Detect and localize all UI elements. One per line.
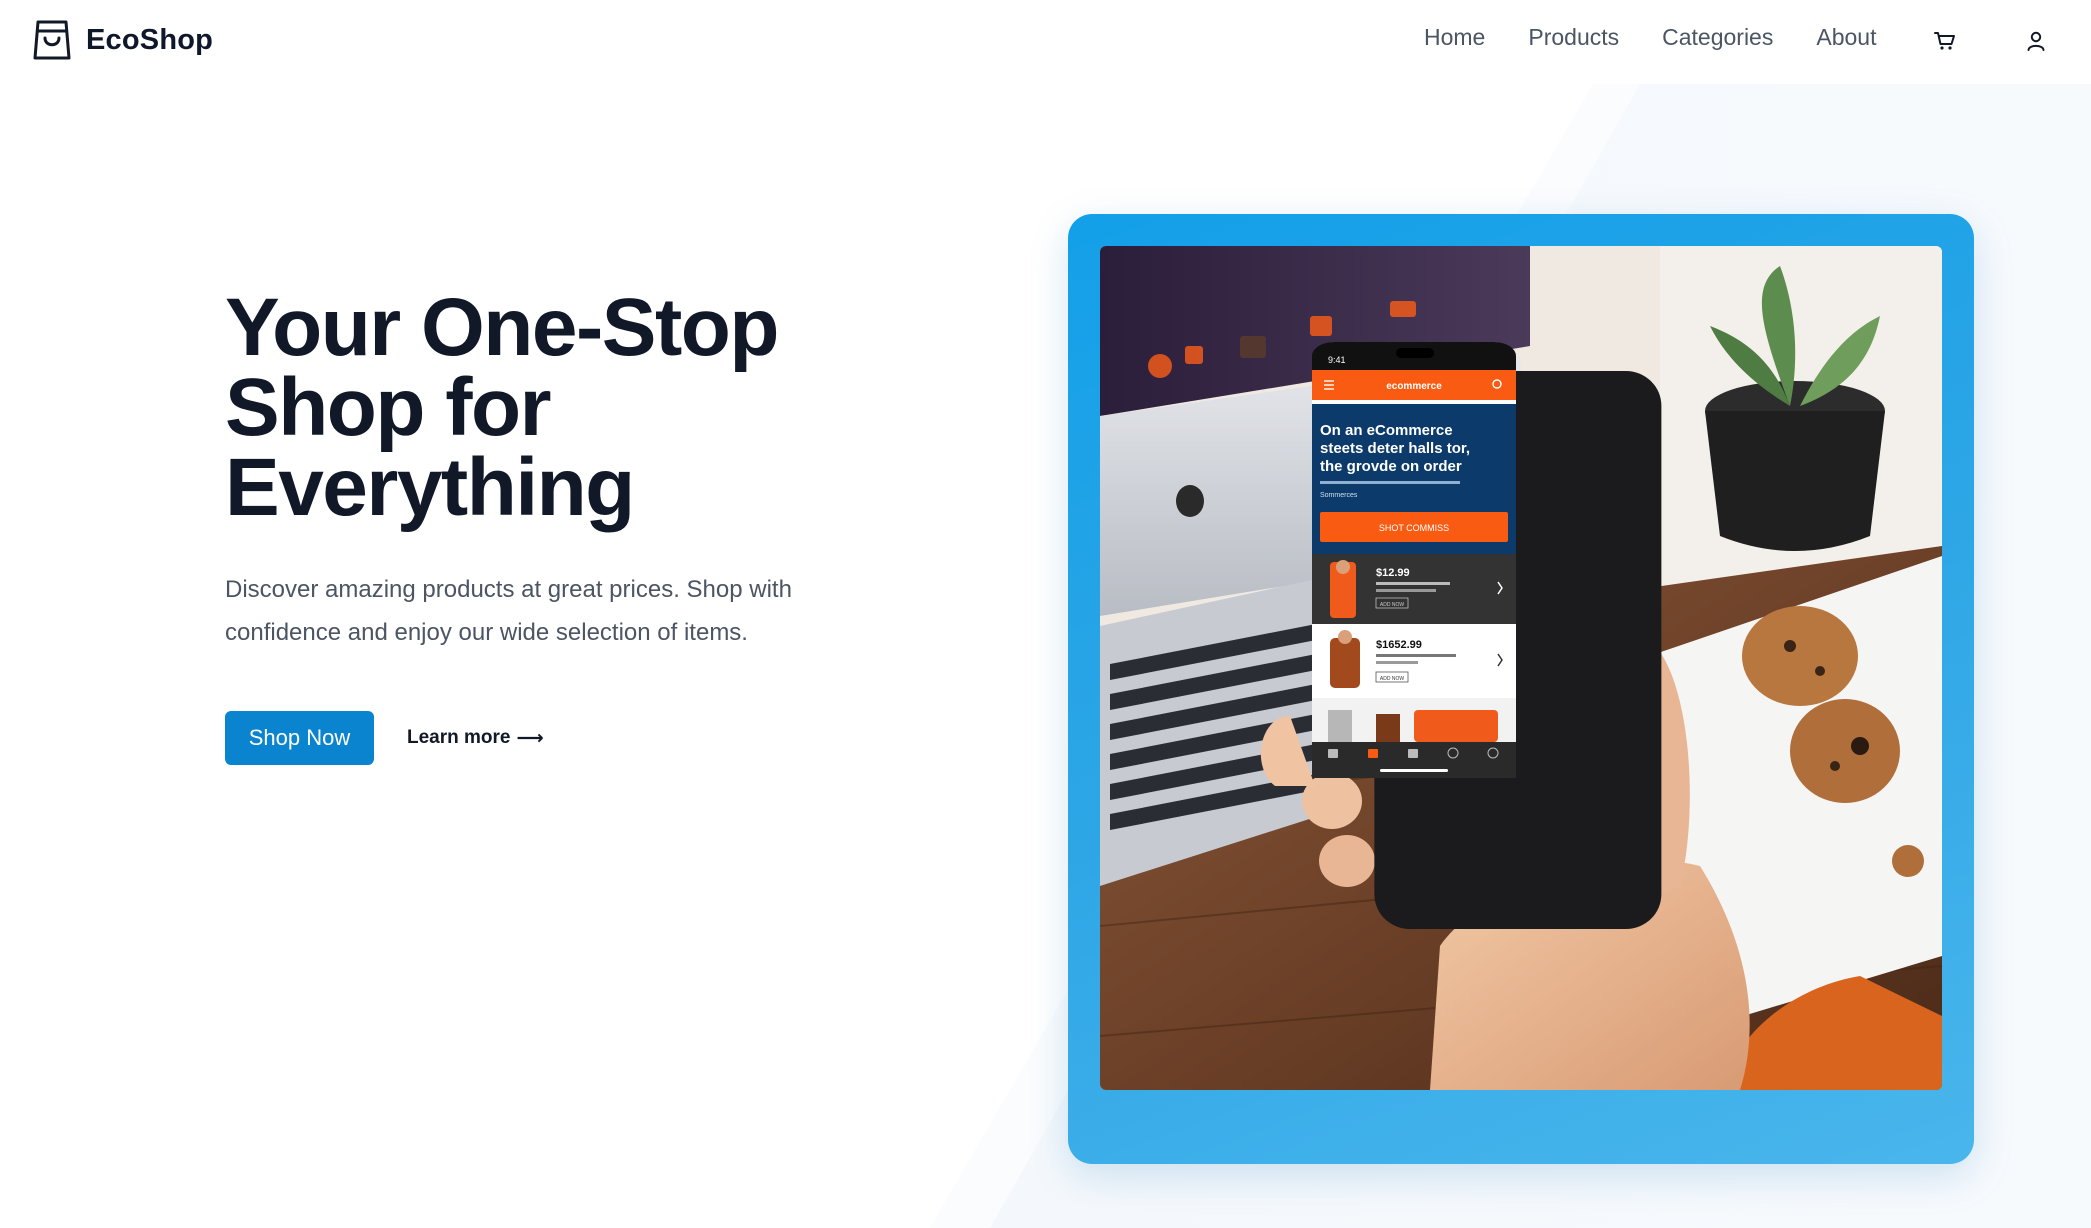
phone-item-button: ADD NOW (1380, 602, 1404, 608)
hero-title-line: Shop for (225, 362, 552, 453)
arrow-right-icon: ⟶ (516, 727, 544, 749)
hero-title-line: Your One-Stop (225, 282, 779, 373)
hero-section: Your One-Stop Shop for Everything Discov… (225, 282, 925, 765)
phone-item-price: $1652.99 (1376, 639, 1422, 651)
shop-now-button[interactable]: Shop Now (225, 711, 374, 765)
hero-image: 9:41 ecommerce On an eCommerce steets de… (1100, 246, 1942, 1090)
cart-button[interactable] (1930, 26, 1960, 56)
nav-link-about[interactable]: About (1816, 24, 1876, 51)
phone-item-button: ADD NOW (1380, 676, 1404, 682)
phone-item-price: $12.99 (1376, 567, 1410, 579)
account-button[interactable] (2021, 26, 2051, 56)
hero-image-card: 9:41 ecommerce On an eCommerce steets de… (1068, 214, 1974, 1164)
learn-more-link[interactable]: Learn more ⟶ (407, 727, 544, 750)
hero-title: Your One-Stop Shop for Everything (225, 282, 925, 533)
phone-status-time: 9:41 (1328, 355, 1346, 365)
hero-actions: Shop Now Learn more ⟶ (225, 711, 925, 765)
main-nav: Home Products Categories About (1424, 24, 1876, 51)
shopping-bag-icon (33, 20, 71, 60)
brand-logo[interactable]: EcoShop (32, 19, 213, 61)
nav-link-products[interactable]: Products (1528, 24, 1619, 51)
phone-shopping-photo: 9:41 ecommerce On an eCommerce steets de… (1100, 246, 1942, 1090)
learn-more-label: Learn more (407, 727, 511, 748)
phone-banner-sub: Sommerces (1320, 492, 1358, 499)
hero-title-line: Everything (225, 442, 635, 533)
user-icon (2027, 31, 2045, 51)
phone-app-name: ecommerce (1386, 381, 1442, 392)
nav-link-categories[interactable]: Categories (1662, 24, 1773, 51)
phone-banner-line: steets deter halls tor, (1320, 440, 1470, 457)
phone-banner-line: On an eCommerce (1320, 422, 1453, 439)
hero-description: Discover amazing products at great price… (225, 576, 792, 646)
brand-name: EcoShop (86, 23, 214, 56)
nav-link-home[interactable]: Home (1424, 24, 1485, 51)
phone-banner-button-label: SHOT COMMISS (1379, 523, 1449, 533)
site-header: EcoShop Home Products Categories About (0, 0, 2091, 84)
phone-banner-line: the grovde on order (1320, 458, 1462, 475)
shopping-cart-icon (1934, 32, 1955, 50)
